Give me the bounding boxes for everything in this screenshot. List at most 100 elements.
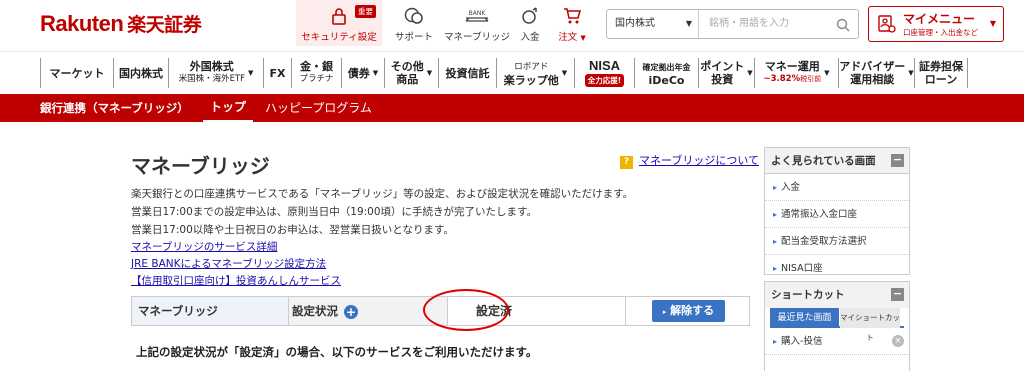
logo-jp: 楽天証券 — [127, 14, 202, 36]
search-icon[interactable] — [836, 17, 850, 36]
nav-label: NISA — [588, 58, 621, 73]
sub-nav-bar: 銀行連携（マネーブリッジ） トップ ハッピープログラム — [0, 94, 1024, 122]
nav-label: ポイント — [700, 60, 745, 73]
my-menu-button[interactable]: マイメニュー 口座管理・入出金など ▼ — [868, 6, 1004, 42]
arrow-right-icon: ▸ — [773, 264, 778, 273]
main-nav: マーケット 国内株式 外国株式 米国株・海外ETF ▼ FX 金・銀 プラチナ 債券 ▼… — [40, 56, 1000, 90]
cart-icon — [552, 7, 592, 27]
nav-ideco[interactable]: 確定拠出年金 iDeCo — [634, 58, 698, 88]
nav-foreign-stocks[interactable]: 外国株式 米国株・海外ETF ▼ — [168, 58, 263, 88]
sidebar-item-label: 通常振込入金口座 — [781, 209, 858, 220]
link-anshin-service[interactable]: 【信用取引口座向け】投資あんしんサービス — [131, 273, 341, 288]
about-money-bridge: ? マネーブリッジについて — [620, 152, 759, 169]
nav-sub: iDeCo — [648, 73, 685, 87]
nav-sub: ローン — [924, 73, 958, 86]
order-nav[interactable]: 注文 ▼ — [552, 0, 592, 46]
nav-label: アドバイザー — [839, 60, 906, 73]
rakuten-logo[interactable]: Rakuten 楽天証券 — [40, 10, 202, 37]
my-menu-sub: 口座管理・入出金など — [903, 28, 978, 37]
search-input[interactable]: 銘柄・用語を入力 — [709, 10, 789, 38]
about-link[interactable]: マネーブリッジについて — [639, 154, 759, 167]
top-header: Rakuten 楽天証券 重要 セキュリティ設定 サポート BANK マネーブリッ… — [0, 0, 1024, 52]
order-label: 注文 — [558, 32, 578, 43]
nav-label: ロボアド — [514, 62, 549, 72]
nav-sub: 運用相談 — [850, 73, 895, 86]
shortcut-item-label: 購入-投信 — [781, 336, 823, 347]
bank-icon: BANK — [444, 7, 510, 27]
sidebar-item[interactable]: ▸ NISA口座 — [765, 255, 909, 282]
shortcut-title: ショートカット — [771, 289, 845, 301]
nav-advisor[interactable]: アドバイザー 運用相談 ▼ — [838, 58, 914, 88]
nav-other-products[interactable]: その他 商品 ▼ — [384, 58, 438, 88]
nav-money-management[interactable]: マネー運用 ~3.82%税引前 ▼ — [754, 58, 838, 88]
nav-fx[interactable]: FX — [263, 58, 291, 88]
service-name-cell: マネーブリッジ — [132, 297, 289, 325]
tab-my-shortcut[interactable]: マイショートカット — [840, 308, 900, 342]
search-box: 国内株式 ▼ 銘柄・用語を入力 — [606, 9, 859, 39]
important-badge: 重要 — [355, 5, 376, 18]
deposit-nav[interactable]: 入金 — [512, 0, 548, 46]
popular-screens-box: よく見られている画面 − ▸ 入金 ▸ 通常振込入金口座 ▸ 配当金受取方法選択 ▸ N… — [764, 147, 910, 275]
shortcut-item[interactable]: ▸ 購入-投信 × — [765, 328, 909, 355]
security-settings-nav[interactable]: 重要 セキュリティ設定 — [296, 0, 382, 46]
chevron-down-icon: ▼ — [580, 34, 586, 42]
chevron-down-icon: ▼ — [824, 68, 830, 77]
plus-icon[interactable]: + — [344, 304, 359, 319]
nav-market[interactable]: マーケット — [40, 58, 113, 88]
nav-robo-advisor[interactable]: ロボアド 楽ラップ他 ▼ — [496, 58, 574, 88]
money-bridge-nav[interactable]: BANK マネーブリッジ — [444, 0, 510, 46]
tab-top[interactable]: トップ — [203, 94, 254, 122]
nav-domestic-stocks[interactable]: 国内株式 — [113, 58, 168, 88]
bank-icon-text: BANK — [469, 10, 487, 17]
remove-icon[interactable]: × — [892, 335, 904, 347]
support-label: サポート — [394, 32, 433, 43]
nav-label: 外国株式 — [189, 60, 234, 73]
tab-recent[interactable]: 最近見た画面 — [770, 308, 839, 328]
nav-point-investing[interactable]: ポイント 投資 ▼ — [698, 58, 754, 88]
shortcut-box: ショートカット − 最近見た画面 マイショートカット ▸ 購入-投信 × — [764, 281, 910, 371]
account-icon — [878, 15, 896, 37]
support-icon — [386, 7, 442, 27]
nav-label: 債券 — [347, 66, 370, 80]
arrow-right-icon: ▸ — [773, 210, 778, 219]
deposit-label: 入金 — [520, 32, 540, 43]
link-jre-bank-setup[interactable]: JRE BANKによるマネーブリッジ設定方法 — [131, 256, 326, 271]
nav-investment-trusts[interactable]: 投資信託 — [438, 58, 496, 88]
tab-happy-program[interactable]: ハッピープログラム — [265, 94, 372, 122]
nav-sub: 商品 — [396, 73, 419, 86]
nav-label: 証券担保 — [919, 60, 963, 73]
deposit-icon — [512, 7, 548, 27]
nav-nisa[interactable]: NISA 全力応援! — [574, 58, 634, 88]
section-title: 銀行連携（マネーブリッジ） — [40, 101, 189, 115]
market-select[interactable]: 国内株式 ▼ — [607, 10, 699, 38]
collapse-icon[interactable]: − — [891, 288, 904, 301]
arrow-right-icon: ▸ — [773, 237, 778, 246]
sidebar-item[interactable]: ▸ 通常振込入金口座 — [765, 201, 909, 228]
nav-label: 確定拠出年金 — [642, 62, 691, 72]
sidebar-item[interactable]: ▸ 入金 — [765, 174, 909, 201]
nav-bonds[interactable]: 債券 ▼ — [341, 58, 384, 88]
popular-screens-title: よく見られている画面 — [771, 155, 876, 167]
nav-label: マーケット — [49, 66, 105, 80]
nav-sub2: 税引前 — [800, 75, 822, 83]
market-select-value: 国内株式 — [615, 18, 655, 29]
sidebar-item-label: 入金 — [781, 182, 801, 193]
popular-screens-header: よく見られている画面 − — [765, 148, 909, 174]
chevron-down-icon: ▼ — [989, 19, 996, 28]
nav-label: 国内株式 — [119, 66, 163, 80]
arrow-right-icon: ▸ — [773, 337, 778, 346]
sidebar-item[interactable]: ▸ 配当金受取方法選択 — [765, 228, 909, 255]
highlight-circle — [423, 289, 509, 331]
nav-label: FX — [269, 66, 286, 80]
cancel-button[interactable]: ▸ 解除する — [652, 300, 725, 322]
shortcut-header: ショートカット − — [765, 282, 909, 308]
nav-securities-loan[interactable]: 証券担保 ローン — [914, 58, 968, 88]
nav-gold-silver[interactable]: 金・銀 プラチナ — [291, 58, 341, 88]
nav-label: 金・銀 — [299, 60, 333, 73]
nav-sub: 投資 — [711, 73, 734, 86]
chevron-down-icon: ▼ — [747, 68, 753, 77]
chevron-down-icon: ▼ — [908, 68, 914, 77]
link-service-details[interactable]: マネーブリッジのサービス詳細 — [131, 239, 277, 254]
support-nav[interactable]: サポート — [386, 0, 442, 46]
collapse-icon[interactable]: − — [891, 154, 904, 167]
